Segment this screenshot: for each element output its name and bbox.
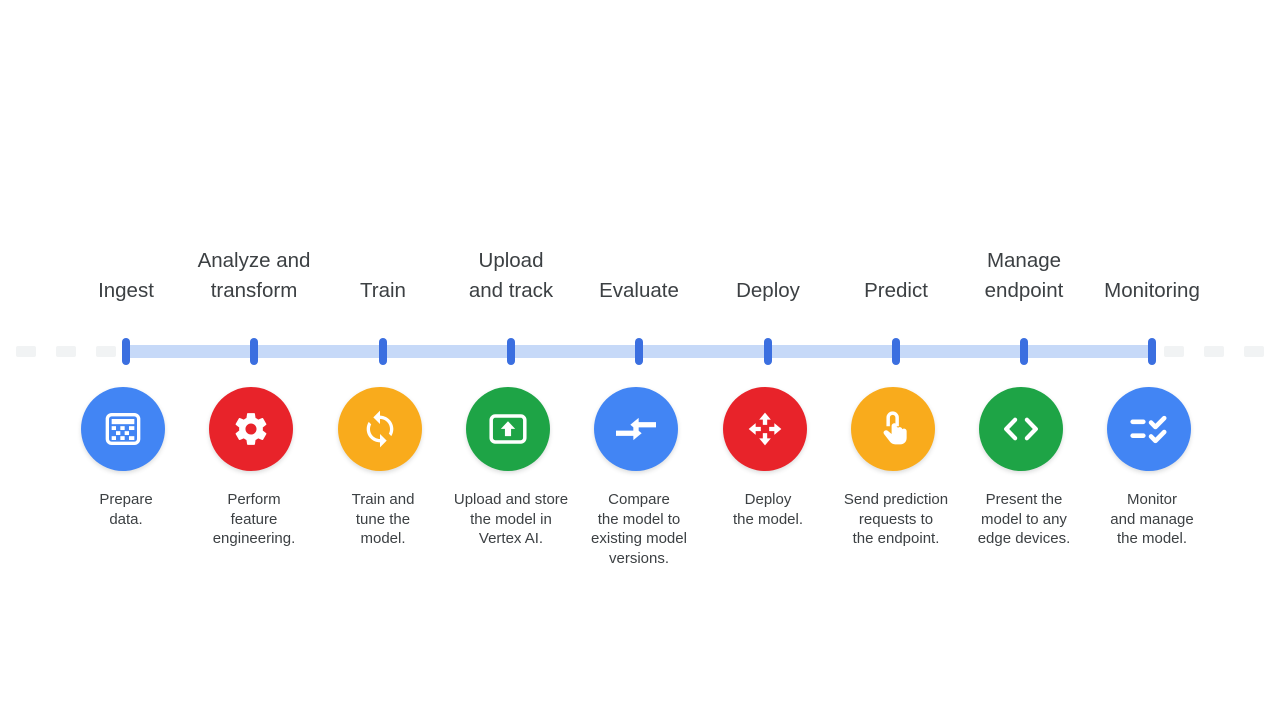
step-caption: Monitor and manage the model. bbox=[1110, 491, 1194, 548]
phase-label: Monitoring bbox=[1104, 279, 1200, 302]
workflow-step-train[interactable]: Train Train and tune the model. bbox=[319, 0, 447, 720]
four-way-arrows-icon bbox=[745, 409, 785, 449]
workflow-steps: Ingest Prepare data. Analyze and transfor… bbox=[0, 0, 1280, 720]
diagram-canvas: Ingest Prepare data. Analyze and transfor… bbox=[0, 0, 1280, 720]
workflow-step-deploy[interactable]: Deploy Deploy the model. bbox=[704, 0, 832, 720]
workflow-step-upload-and-track[interactable]: Upload and track Upload and store the mo… bbox=[447, 0, 575, 720]
code-brackets-icon bbox=[998, 412, 1044, 446]
phase-label-box: Ingest bbox=[62, 238, 190, 306]
phase-label-box: Train bbox=[319, 238, 447, 306]
phase-label-box: Monitoring bbox=[1088, 238, 1216, 306]
step-icon-circle[interactable] bbox=[466, 387, 550, 471]
phase-label-box: Predict bbox=[832, 238, 960, 306]
step-icon-circle[interactable] bbox=[979, 387, 1063, 471]
phase-label-box: Deploy bbox=[704, 238, 832, 306]
workflow-step-analyze-and-transform[interactable]: Analyze and transform Perform feature en… bbox=[190, 0, 318, 720]
touch-tap-icon bbox=[874, 408, 912, 450]
workflow-step-evaluate[interactable]: Evaluate Compare the model to existing m… bbox=[575, 0, 703, 720]
step-icon-circle[interactable] bbox=[1107, 387, 1191, 471]
phase-label-box: Evaluate bbox=[575, 238, 703, 306]
checklist-icon bbox=[1127, 412, 1171, 446]
compare-arrows-icon bbox=[614, 409, 658, 449]
data-grid-icon bbox=[103, 409, 143, 449]
upload-icon bbox=[487, 408, 529, 450]
workflow-step-monitoring[interactable]: Monitoring Monitor and manage the model. bbox=[1088, 0, 1216, 720]
workflow-step-predict[interactable]: Predict Send prediction requests to the … bbox=[832, 0, 960, 720]
step-icon-circle[interactable] bbox=[209, 387, 293, 471]
step-icon-circle[interactable] bbox=[81, 387, 165, 471]
sync-refresh-icon bbox=[360, 409, 400, 449]
step-icon-circle[interactable] bbox=[723, 387, 807, 471]
step-icon-circle[interactable] bbox=[338, 387, 422, 471]
phase-label-box: Analyze and transform bbox=[190, 238, 318, 306]
phase-label-box: Upload and track bbox=[447, 238, 575, 306]
gear-icon bbox=[232, 410, 270, 448]
workflow-step-ingest[interactable]: Ingest Prepare data. bbox=[62, 0, 190, 720]
phase-label-box: Manage endpoint bbox=[960, 238, 1088, 306]
step-icon-circle[interactable] bbox=[594, 387, 678, 471]
step-icon-circle[interactable] bbox=[851, 387, 935, 471]
workflow-step-manage-endpoint[interactable]: Manage endpoint Present the model to any… bbox=[960, 0, 1088, 720]
